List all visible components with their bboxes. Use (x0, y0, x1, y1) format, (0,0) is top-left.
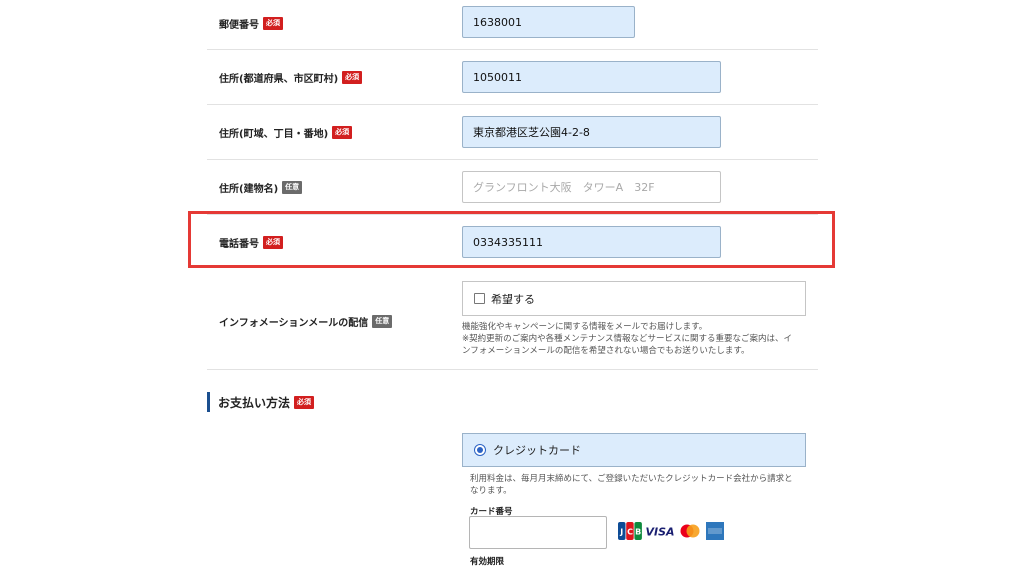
address-pref-label: 住所(都道府県、市区町村) (219, 74, 339, 85)
amex-logo-icon (706, 522, 724, 540)
newsletter-note: 機能強化やキャンペーンに関する情報をメールでお届けします。 ※契約更新のご案内や… (462, 321, 812, 357)
newsletter-note-line: ※契約更新のご案内や各種メンテナンス情報などサービスに関する重要なご案内は、イ (462, 334, 792, 344)
postal-input[interactable]: 1638001 (462, 6, 635, 38)
newsletter-checkbox-label: 希望する (491, 292, 535, 306)
svg-text:C: C (627, 528, 633, 537)
address-building-label: 住所(建物名) (219, 184, 279, 195)
svg-text:VISA: VISA (646, 526, 674, 539)
postal-label: 郵便番号 (219, 20, 259, 31)
svg-text:J: J (619, 528, 623, 537)
payment-note: 利用料金は、毎月月末締めにて、ご登録いただいたクレジットカード会社から請求と な… (470, 473, 815, 497)
required-badge: 必須 (342, 71, 363, 84)
required-badge: 必須 (332, 126, 353, 139)
optional-badge: 任意 (372, 315, 393, 328)
address-pref-row: 住所(都道府県、市区町村) 必須 1050011 (207, 49, 818, 105)
card-brands: J C B VISA (618, 522, 724, 540)
required-badge: 必須 (294, 395, 315, 409)
address-pref-input[interactable]: 1050011 (462, 61, 721, 93)
card-expiry-label: 有効期限 (470, 557, 505, 567)
address-pref-label-group: 住所(都道府県、市区町村) 必須 (219, 70, 363, 85)
phone-highlight-frame (188, 211, 835, 268)
newsletter-label-group: インフォメーションメールの配信 任意 (219, 314, 393, 329)
newsletter-note-line: 機能強化やキャンペーンに関する情報をメールでお届けします。 (462, 322, 708, 332)
address-building-row: 住所(建物名) 任意 グランフロント大阪 タワーA 32F (207, 159, 818, 215)
required-badge: 必須 (263, 17, 283, 30)
postal-label-group: 郵便番号 必須 (219, 16, 283, 31)
address-building-label-group: 住所(建物名) 任意 (219, 180, 303, 195)
newsletter-checkbox-field[interactable]: 希望する (462, 281, 806, 316)
address-town-label-group: 住所(町域、丁目・番地) 必須 (219, 125, 353, 140)
address-town-input[interactable]: 東京都港区芝公園4-2-8 (462, 116, 721, 148)
address-building-input[interactable]: グランフロント大阪 タワーA 32F (462, 171, 721, 203)
payment-title: お支払い方法 (218, 395, 291, 410)
optional-badge: 任意 (282, 181, 303, 194)
mastercard-logo-icon (680, 524, 700, 538)
jcb-logo-icon: J C B (618, 522, 642, 540)
newsletter-note-line: ンフォメーションメールの配信を希望されない場合でもお送りいたします。 (462, 346, 750, 356)
address-town-row: 住所(町域、丁目・番地) 必須 東京都港区芝公園4-2-8 (207, 104, 818, 160)
address-town-label: 住所(町域、丁目・番地) (219, 129, 329, 140)
postal-row: 郵便番号 必須 1638001 (207, 0, 818, 50)
payment-note-line: なります。 (470, 486, 512, 496)
payment-note-line: 利用料金は、毎月月末締めにて、ご登録いただいたクレジットカード会社から請求と (470, 474, 793, 484)
card-number-input[interactable] (469, 516, 607, 549)
newsletter-label: インフォメーションメールの配信 (219, 318, 369, 329)
svg-text:B: B (635, 528, 641, 537)
credit-card-label: クレジットカード (493, 444, 581, 457)
payment-section-title: お支払い方法 必須 (207, 392, 315, 412)
visa-logo-icon: VISA (646, 526, 674, 539)
credit-card-radio[interactable] (474, 444, 486, 456)
credit-card-option[interactable]: クレジットカード (462, 433, 806, 467)
newsletter-checkbox[interactable] (474, 293, 485, 304)
